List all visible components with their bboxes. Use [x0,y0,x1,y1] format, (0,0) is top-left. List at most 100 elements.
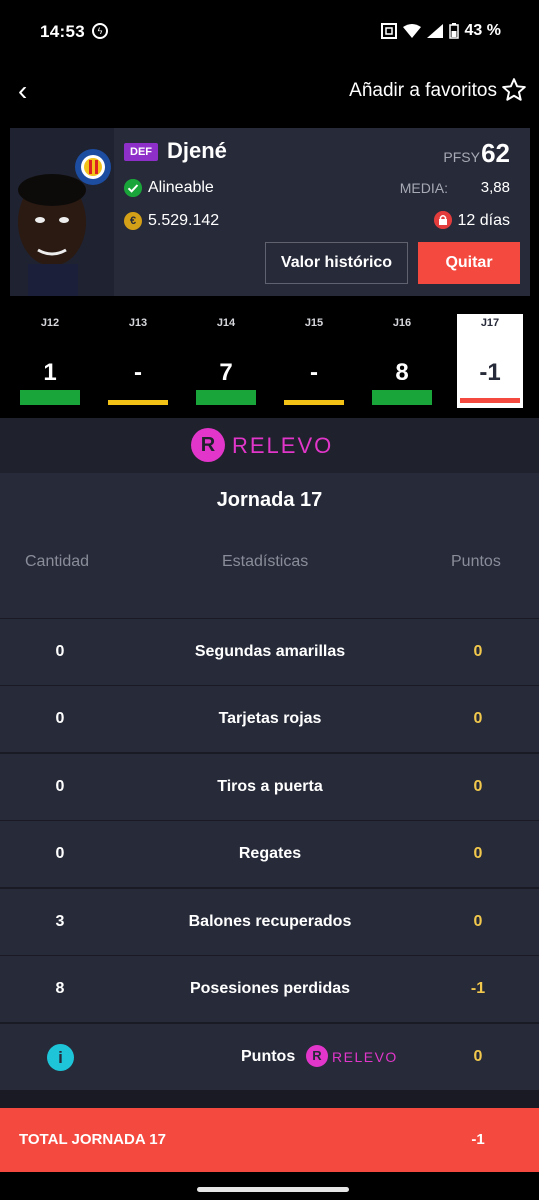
pfsy-label: PFSY [443,149,480,165]
position-badge: DEF [124,143,158,161]
stat-row: 0 Tiros a puerta 0 [0,754,539,820]
stat-row: 0 Segundas amarillas 0 [0,619,539,685]
pfsy-value: 62 [481,138,510,168]
flash-icon: ϟ [92,23,108,39]
relevo-banner[interactable]: R RELEVO [0,418,539,473]
round-label: J15 [304,317,324,329]
stat-name: Tiros a puerta [217,778,323,795]
round-label: J17 [480,317,500,329]
round-score-bar [108,400,168,405]
round-tab-j12[interactable]: J12 1 [17,314,83,408]
add-favorite-label[interactable]: Añadir a favoritos [349,80,497,102]
total-value: -1 [471,1131,485,1148]
round-detail-sheet: Jornada 17 Cantidad Estadísticas Puntos … [0,473,539,1200]
stat-points: 0 [473,845,483,862]
round-score-bar [20,390,80,405]
stats-list[interactable]: 0Tarjetas amarillas00Segundas amarillas0… [0,593,539,1108]
round-label: J14 [216,317,236,329]
player-name: Djené [167,138,227,163]
round-score-bar [196,390,256,405]
coin-icon: € [124,212,142,230]
stat-qty: 3 [55,913,65,930]
relevo-logo-icon: R [191,428,225,462]
round-tab-j15[interactable]: J15 - [281,314,347,408]
stat-qty: 0 [55,643,65,660]
round-points: 1 [43,359,57,386]
gesture-bar [0,1172,539,1200]
round-points: 8 [395,359,409,386]
relevo-brand: RELEVO [232,433,334,458]
stat-row: 0 Tarjetas rojas 0 [0,686,539,752]
stat-qty: 0 [55,845,65,862]
round-tab-j16[interactable]: J16 8 [369,314,435,408]
round-label: J16 [392,317,412,329]
availability-status: Alineable [148,179,214,196]
info-icon[interactable]: i [47,1044,74,1071]
player-photo [10,128,114,296]
signal-icon [426,24,443,38]
round-points: - [310,359,318,386]
round-points: 7 [219,359,233,386]
relevo-logo-icon: R [306,1045,328,1067]
stat-points: 0 [418,593,538,594]
round-score-bar [460,398,520,403]
lock-days: 12 días [457,212,510,229]
col-header-pts: Puntos [451,553,501,570]
remove-button[interactable]: Quitar [418,242,520,284]
round-points: -1 [479,359,501,386]
status-indicators: 43 % [380,22,501,40]
player-card: DEF Djené Alineable € 5.529.142 PFSY 62 … [10,128,530,296]
stat-name: Posesiones perdidas [189,980,351,997]
stat-points: 0 [473,710,483,727]
stat-qty: 0 [55,710,65,727]
club-badge-icon [75,149,111,185]
round-tab-j17[interactable]: J17 -1 [457,314,523,408]
stat-points: -1 [470,980,486,997]
round-tab-j14[interactable]: J14 7 [193,314,259,408]
relevo-points-row: i Puntos R RELEVO 0 [0,1024,539,1090]
stat-name: Tarjetas rojas [218,710,322,727]
battery-text: 43 % [464,22,501,39]
lock-icon [434,211,452,229]
historical-value-button[interactable]: Valor histórico [265,242,408,284]
app-bar: ‹ Añadir a favoritos [0,64,539,126]
stat-row: 8 Posesiones perdidas -1 [0,956,539,1022]
stat-row: 0 Regates 0 [0,821,539,887]
stat-points: 0 [473,778,483,795]
round-score-bar [284,400,344,405]
stat-name: Segundas amarillas [194,643,346,660]
relevo-points-value: 0 [473,1048,483,1065]
status-time: 14:53 [40,22,85,41]
round-label: J12 [40,317,60,329]
round-points: - [134,359,142,386]
home-indicator[interactable] [197,1187,349,1192]
col-header-qty: Cantidad [25,553,90,570]
col-header-stats: Estadísticas [222,553,309,570]
stat-row: 0Tarjetas amarillas0 [0,593,539,618]
media-label: MEDIA: [399,180,448,196]
total-label: TOTAL JORNADA 17 [19,1131,166,1148]
stat-points: 0 [473,913,483,930]
stat-name: Balones recuperados [188,913,352,930]
rounds-strip: J12 1 J13 - J14 7 J15 - J16 8 J17 -1 [0,310,539,410]
stat-qty: 0 [55,778,65,795]
back-arrow-icon[interactable]: ‹ [18,77,42,106]
relevo-points-label: Puntos [241,1048,296,1065]
battery-icon [448,23,459,39]
stat-qty: 0 [0,593,120,594]
nfc-icon [380,23,397,39]
media-value: 3,88 [480,179,510,196]
round-label: J13 [128,317,148,329]
stat-qty: 8 [55,980,65,997]
check-circle-icon [124,179,142,197]
stat-points: 0 [473,643,483,660]
market-value: 5.529.142 [148,212,220,229]
round-score-bar [372,390,432,405]
stat-name: Regates [238,845,302,862]
round-tab-j13[interactable]: J13 - [105,314,171,408]
stat-name: Tarjetas amarillas [120,593,420,594]
total-bar: TOTAL JORNADA 17 -1 [0,1108,539,1172]
wifi-icon [402,24,421,38]
status-bar: 14:53 ϟ 43 % [0,0,539,64]
star-outline-icon[interactable] [501,77,527,103]
